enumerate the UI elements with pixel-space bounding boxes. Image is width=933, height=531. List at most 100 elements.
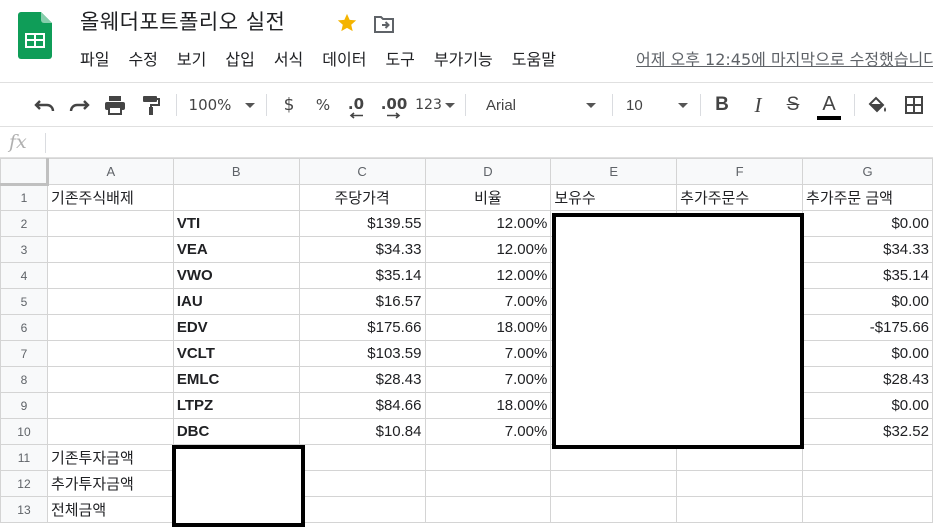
- font-select[interactable]: Arial: [476, 83, 604, 127]
- cell-d10[interactable]: 7.00%: [424, 418, 552, 445]
- row-header[interactable]: 3: [0, 236, 48, 263]
- column-header-e[interactable]: E: [550, 158, 678, 185]
- cell-d9[interactable]: 18.00%: [424, 392, 552, 419]
- star-icon[interactable]: [336, 12, 358, 34]
- cell-b7[interactable]: VCLT: [172, 340, 300, 367]
- cell-g6[interactable]: -$175.66: [802, 314, 933, 341]
- column-header-f[interactable]: F: [676, 158, 804, 185]
- cell-e12[interactable]: [550, 470, 678, 497]
- strikethrough-button[interactable]: S: [779, 83, 807, 127]
- move-to-folder-icon[interactable]: [374, 15, 394, 33]
- cell-d11[interactable]: [424, 444, 552, 471]
- cell-g12[interactable]: [802, 470, 933, 497]
- cell-c2[interactable]: $139.55: [298, 210, 426, 237]
- cell-f1[interactable]: 추가주문수: [676, 184, 804, 211]
- row-header[interactable]: 4: [0, 262, 48, 289]
- cell-b9[interactable]: LTPZ: [172, 392, 300, 419]
- cell-c10[interactable]: $10.84: [298, 418, 426, 445]
- cell-b4[interactable]: VWO: [172, 262, 300, 289]
- cell-c12[interactable]: [298, 470, 426, 497]
- menu-file[interactable]: 파일: [80, 48, 109, 72]
- cell-a5[interactable]: [46, 288, 174, 315]
- cell-c4[interactable]: $35.14: [298, 262, 426, 289]
- row-header[interactable]: 6: [0, 314, 48, 341]
- row-header[interactable]: 10: [0, 418, 48, 445]
- column-header-b[interactable]: B: [172, 158, 300, 185]
- menu-format[interactable]: 서식: [274, 48, 303, 72]
- menu-edit[interactable]: 수정: [128, 48, 157, 72]
- cell-b2[interactable]: VTI: [172, 210, 300, 237]
- cell-b1[interactable]: [172, 184, 300, 211]
- sheets-logo-icon[interactable]: [18, 12, 52, 59]
- cell-a7[interactable]: [46, 340, 174, 367]
- menu-insert[interactable]: 삽입: [225, 48, 254, 72]
- cell-c5[interactable]: $16.57: [298, 288, 426, 315]
- row-header[interactable]: 1: [0, 184, 48, 211]
- cell-e13[interactable]: [550, 496, 678, 523]
- cell-g8[interactable]: $28.43: [802, 366, 933, 393]
- cell-a3[interactable]: [46, 236, 174, 263]
- cell-a9[interactable]: [46, 392, 174, 419]
- row-header[interactable]: 8: [0, 366, 48, 393]
- cell-b5[interactable]: IAU: [172, 288, 300, 315]
- cell-c13[interactable]: [298, 496, 426, 523]
- text-color-button[interactable]: A: [814, 83, 844, 127]
- increase-decimal-button[interactable]: .00: [378, 83, 410, 127]
- column-header-a[interactable]: A: [46, 158, 174, 185]
- redo-button[interactable]: [64, 83, 94, 127]
- cell-b3[interactable]: VEA: [172, 236, 300, 263]
- borders-button[interactable]: [900, 83, 928, 127]
- font-size-select[interactable]: 10: [620, 83, 694, 127]
- row-header[interactable]: 5: [0, 288, 48, 315]
- column-header-g[interactable]: G: [802, 158, 933, 185]
- cell-a6[interactable]: [46, 314, 174, 341]
- print-button[interactable]: [101, 83, 129, 127]
- cell-b8[interactable]: EMLC: [172, 366, 300, 393]
- cell-c1[interactable]: 주당가격: [298, 184, 426, 211]
- cell-b6[interactable]: EDV: [172, 314, 300, 341]
- cell-f12[interactable]: [676, 470, 804, 497]
- row-header[interactable]: 7: [0, 340, 48, 367]
- cell-d8[interactable]: 7.00%: [424, 366, 552, 393]
- fill-color-button[interactable]: [864, 83, 892, 127]
- row-header[interactable]: 12: [0, 470, 48, 497]
- percent-format-button[interactable]: %: [310, 83, 336, 127]
- cell-g2[interactable]: $0.00: [802, 210, 933, 237]
- cell-a11[interactable]: 기존투자금액: [46, 444, 174, 471]
- cell-a2[interactable]: [46, 210, 174, 237]
- cell-g7[interactable]: $0.00: [802, 340, 933, 367]
- cell-g5[interactable]: $0.00: [802, 288, 933, 315]
- column-header-d[interactable]: D: [424, 158, 552, 185]
- cell-e1[interactable]: 보유수: [550, 184, 678, 211]
- italic-button[interactable]: I: [744, 83, 772, 127]
- cell-a1[interactable]: 기존주식배제: [46, 184, 174, 211]
- menu-addons[interactable]: 부가기능: [434, 48, 493, 72]
- menu-data[interactable]: 데이터: [322, 48, 366, 72]
- cell-g9[interactable]: $0.00: [802, 392, 933, 419]
- cell-a12[interactable]: 추가투자금액: [46, 470, 174, 497]
- row-header[interactable]: 11: [0, 444, 48, 471]
- cell-d3[interactable]: 12.00%: [424, 236, 552, 263]
- column-header-c[interactable]: C: [298, 158, 426, 185]
- row-header[interactable]: 2: [0, 210, 48, 237]
- cell-d5[interactable]: 7.00%: [424, 288, 552, 315]
- cell-g10[interactable]: $32.52: [802, 418, 933, 445]
- cell-d2[interactable]: 12.00%: [424, 210, 552, 237]
- cell-b10[interactable]: DBC: [172, 418, 300, 445]
- cell-f13[interactable]: [676, 496, 804, 523]
- cell-d12[interactable]: [424, 470, 552, 497]
- cell-g11[interactable]: [802, 444, 933, 471]
- cell-g1[interactable]: 추가주문 금액: [802, 184, 933, 211]
- cell-c8[interactable]: $28.43: [298, 366, 426, 393]
- menu-tools[interactable]: 도구: [385, 48, 414, 72]
- cell-a4[interactable]: [46, 262, 174, 289]
- last-edit-link[interactable]: 어제 오후 12:45에 마지막으로 수정했습니다: [636, 48, 933, 72]
- cell-a13[interactable]: 전체금액: [46, 496, 174, 523]
- cell-d6[interactable]: 18.00%: [424, 314, 552, 341]
- undo-button[interactable]: [30, 83, 60, 127]
- cell-c9[interactable]: $84.66: [298, 392, 426, 419]
- menu-help[interactable]: 도움말: [512, 48, 556, 72]
- menu-view[interactable]: 보기: [177, 48, 206, 72]
- paint-format-button[interactable]: [138, 83, 164, 127]
- row-header[interactable]: 9: [0, 392, 48, 419]
